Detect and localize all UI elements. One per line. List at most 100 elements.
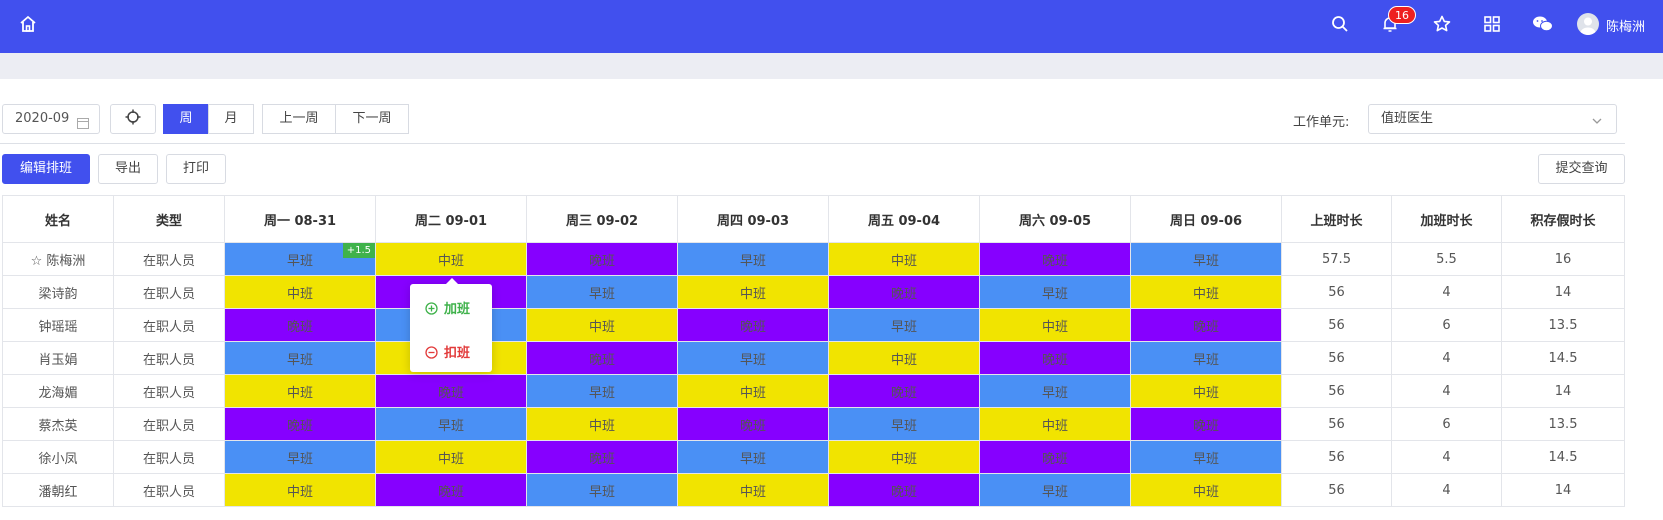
shift-cell[interactable]: 早班 <box>224 440 376 474</box>
shift-cell[interactable]: 中班 <box>1130 275 1282 309</box>
shift-cell[interactable]: 中班 <box>526 308 678 342</box>
shift-cell[interactable]: 早班 <box>526 473 678 507</box>
table-row: 肖玉娟在职人员早班中班晚班早班中班晚班早班56414.5 <box>2 341 1625 375</box>
shift-cell[interactable]: 早班 <box>828 407 980 441</box>
month-picker[interactable]: 2020-09 <box>2 104 100 134</box>
next-week-button[interactable]: 下一周 <box>335 104 409 134</box>
shift-cell[interactable]: 早班 <box>526 374 678 408</box>
shift-cell[interactable]: 早班 <box>979 473 1131 507</box>
shift-cell[interactable]: 早班 <box>677 440 829 474</box>
shift-cell[interactable]: 晚班 <box>828 473 980 507</box>
col-header-day: 周六 09-05 <box>979 195 1131 243</box>
shift-cell[interactable]: 早班 +1.5 <box>224 242 376 276</box>
work-hours: 56 <box>1281 407 1392 441</box>
shift-cell[interactable]: 中班 <box>828 242 980 276</box>
shift-cell[interactable]: 早班 <box>375 407 527 441</box>
work-unit-value: 值班医生 <box>1381 111 1434 126</box>
shift-cell[interactable]: 中班 <box>979 407 1131 441</box>
username[interactable]: 陈梅洲 <box>1606 16 1645 35</box>
employee-name[interactable]: 龙海媚 <box>2 374 114 408</box>
export-button[interactable]: 导出 <box>98 154 158 184</box>
shift-cell[interactable]: 晚班 <box>526 242 678 276</box>
table-row: 梁诗韵在职人员中班晚班早班中班晚班早班中班56414 <box>2 275 1625 309</box>
wechat-icon[interactable] <box>1532 14 1553 34</box>
shift-cell[interactable]: 早班 <box>224 341 376 375</box>
shift-cell[interactable]: 中班 <box>224 374 376 408</box>
search-icon[interactable] <box>1330 14 1350 34</box>
deduct-shift-label: 扣班 <box>444 346 471 361</box>
week-view-button[interactable]: 周 <box>163 104 209 134</box>
work-hours: 56 <box>1281 341 1392 375</box>
employee-name[interactable]: 肖玉娟 <box>2 341 114 375</box>
shift-cell[interactable]: 中班 <box>677 275 829 309</box>
employee-name[interactable]: 潘朝红 <box>2 473 114 507</box>
shift-cell[interactable]: 晚班 <box>526 440 678 474</box>
add-overtime-option[interactable]: 加班 <box>425 298 470 317</box>
print-button[interactable]: 打印 <box>166 154 226 184</box>
shift-cell[interactable]: 晚班 <box>375 374 527 408</box>
shift-cell[interactable]: 中班 <box>224 473 376 507</box>
shift-cell[interactable]: 晚班 <box>828 275 980 309</box>
shift-cell[interactable]: 晚班 <box>677 308 829 342</box>
shift-cell[interactable]: 中班 <box>1130 374 1282 408</box>
shift-cell[interactable]: 晚班 <box>979 440 1131 474</box>
work-unit-select[interactable]: 值班医生 <box>1368 104 1617 134</box>
edit-schedule-button[interactable]: 编辑排班 <box>2 154 90 184</box>
shift-cell[interactable]: 晚班 <box>526 341 678 375</box>
employee-name[interactable]: 蔡杰英 <box>2 407 114 441</box>
deduct-shift-option[interactable]: 扣班 <box>425 342 470 361</box>
shift-cell[interactable]: 晚班 <box>677 407 829 441</box>
shift-cell[interactable]: 早班 <box>1130 341 1282 375</box>
col-header-day: 周三 09-02 <box>526 195 678 243</box>
avatar[interactable] <box>1577 13 1599 35</box>
shift-cell[interactable]: 早班 <box>979 374 1131 408</box>
shift-cell[interactable]: 晚班 <box>979 242 1131 276</box>
shift-cell[interactable]: 中班 <box>979 308 1131 342</box>
shift-cell[interactable]: 中班 <box>1130 473 1282 507</box>
shift-cell[interactable]: 晚班 <box>979 341 1131 375</box>
star-icon[interactable] <box>1432 14 1452 34</box>
chevron-down-icon <box>1590 111 1604 125</box>
shift-cell[interactable]: 早班 <box>526 275 678 309</box>
leave-hours: 14 <box>1501 473 1625 507</box>
employee-name[interactable]: 徐小凤 <box>2 440 114 474</box>
table-row: ☆ 陈梅洲 在职人员 早班 +1.5 中班 晚班 早班 中班 晚班 早班 57.5 5.5 16 <box>2 242 1625 276</box>
shift-cell[interactable]: 早班 <box>828 308 980 342</box>
submit-query-button[interactable]: 提交查询 <box>1538 154 1625 184</box>
leave-hours: 14.5 <box>1501 440 1625 474</box>
month-view-button[interactable]: 月 <box>208 104 254 134</box>
shift-cell[interactable]: 早班 <box>677 341 829 375</box>
shift-cell[interactable]: 中班 <box>375 440 527 474</box>
employee-type: 在职人员 <box>113 473 225 507</box>
shift-cell[interactable]: 中班 <box>526 407 678 441</box>
leave-hours: 14.5 <box>1501 341 1625 375</box>
shift-cell[interactable]: 早班 <box>1130 242 1282 276</box>
employee-name[interactable]: ☆ 陈梅洲 <box>2 242 114 276</box>
shift-cell[interactable]: 早班 <box>1130 440 1282 474</box>
prev-week-button[interactable]: 上一周 <box>262 104 336 134</box>
shift-cell[interactable]: 早班 <box>979 275 1131 309</box>
shift-cell[interactable]: 晚班 <box>1130 308 1282 342</box>
shift-cell[interactable]: 中班 <box>828 440 980 474</box>
shift-cell[interactable]: 晚班 <box>375 473 527 507</box>
leave-hours: 13.5 <box>1501 407 1625 441</box>
employee-name[interactable]: 钟瑶瑶 <box>2 308 114 342</box>
shift-cell[interactable]: 晚班 <box>1130 407 1282 441</box>
shift-cell[interactable]: 早班 <box>677 242 829 276</box>
shift-cell[interactable]: 中班 <box>677 473 829 507</box>
shift-cell[interactable]: 中班 <box>224 275 376 309</box>
shift-cell[interactable]: 晚班 <box>224 308 376 342</box>
top-nav-bar: 16 陈梅洲 <box>0 0 1663 53</box>
home-icon[interactable] <box>18 14 38 34</box>
shift-cell[interactable]: 中班 <box>375 242 527 276</box>
crosshair-icon <box>125 109 141 125</box>
apps-grid-icon[interactable] <box>1482 14 1502 34</box>
calendar-icon <box>77 112 89 129</box>
shift-cell[interactable]: 中班 <box>677 374 829 408</box>
shift-cell[interactable]: 中班 <box>828 341 980 375</box>
employee-name[interactable]: 梁诗韵 <box>2 275 114 309</box>
locate-today-button[interactable] <box>110 104 156 134</box>
shift-cell[interactable]: 晚班 <box>224 407 376 441</box>
employee-type: 在职人员 <box>113 440 225 474</box>
shift-cell[interactable]: 晚班 <box>828 374 980 408</box>
